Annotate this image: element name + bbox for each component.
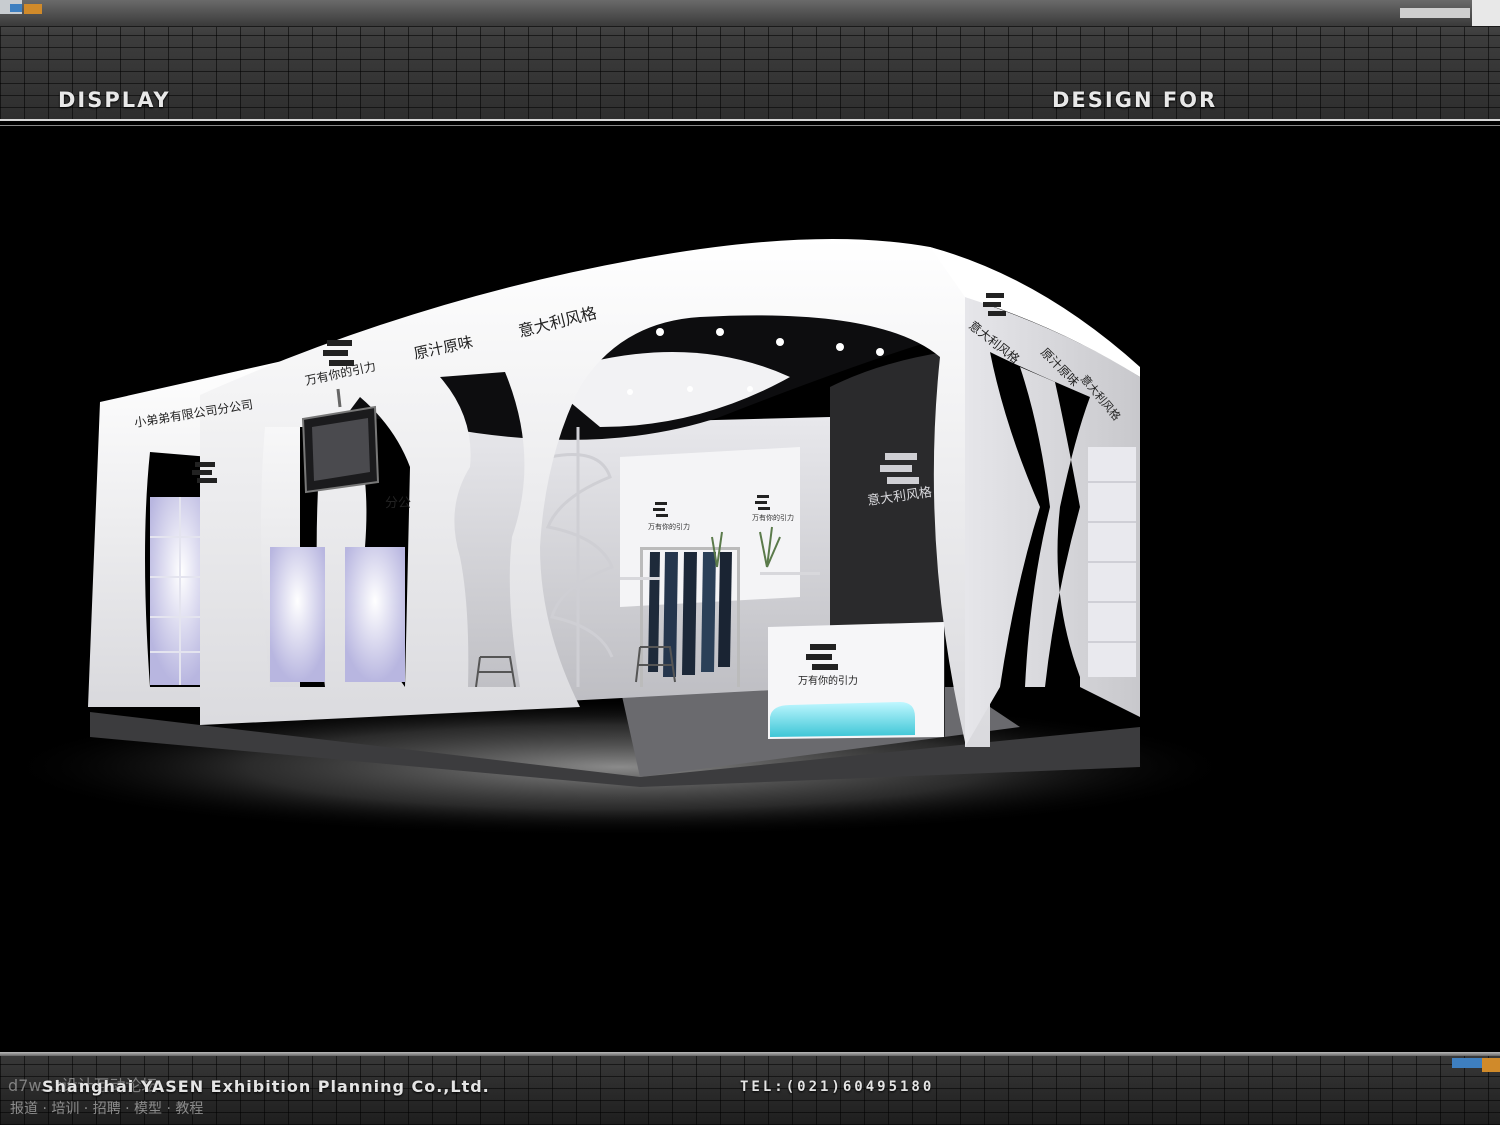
booth-illustration: 小弟弟有限公司分公司 万有你的引力 原汁原味 意大利风格 意大利风格 原汁原味 … [0,239,1240,837]
sign-display-wall-2: 万有你的引力 [752,513,794,522]
footer-telephone: TEL:(021)60495180 [740,1079,935,1095]
render-frame: DISPLAY DESIGN FOR 小弟弟有限公司分公司 万有你的引力 原汁原… [0,0,1500,1125]
footer-divider [0,1052,1500,1056]
header-top-strip [0,0,1500,27]
header-design-for-label: DESIGN FOR [1052,88,1218,112]
header-divider-thin [0,125,1500,126]
watermark-tagline: 报道 · 培训 · 招聘 · 模型 · 教程 [10,1101,204,1117]
sign-display-wall-1: 万有你的引力 [648,522,690,531]
lit-shelf-center2 [345,547,405,682]
corner-ornament-right-icon [1390,0,1500,26]
footer-corner-ornament-icon [1440,1058,1500,1072]
header-display-label: DISPLAY [58,88,171,112]
footer-company-name: Shanghai YASEN Exhibition Planning Co.,L… [42,1077,490,1096]
booth-render-scene: 小弟弟有限公司分公司 万有你的引力 原汁原味 意大利风格 意大利风格 原汁原味 … [0,127,1500,1052]
header-divider [0,119,1500,121]
footer-bar: d7w...t设计互动论坛 Shanghai YASEN Exhibition … [0,1052,1500,1125]
header-bar: DISPLAY DESIGN FOR [0,0,1500,121]
lit-shelf-center [270,547,325,682]
sign-panel-fragment: 分公 [385,496,411,511]
sign-counter: 万有你的引力 [798,674,858,687]
corner-ornament-left-icon [0,0,44,26]
